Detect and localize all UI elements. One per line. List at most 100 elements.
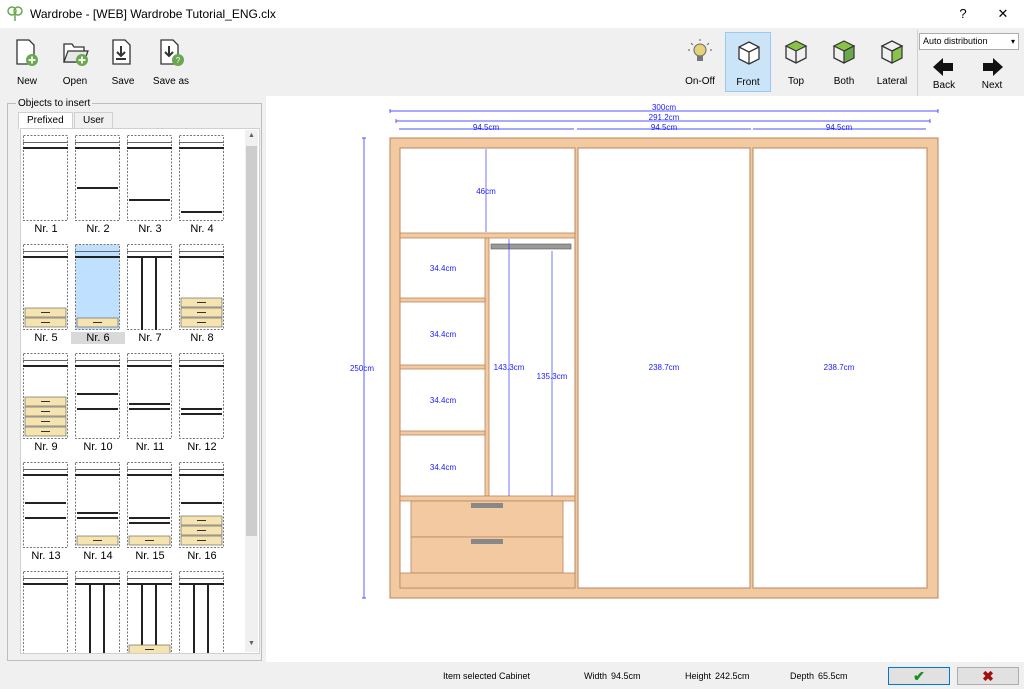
open-button[interactable]: Open <box>52 32 98 92</box>
lateral-view-button[interactable]: Lateral <box>869 32 915 92</box>
gallery-item[interactable] <box>127 569 179 653</box>
wardrobe-thumbnail <box>179 571 224 653</box>
wardrobe-thumbnail <box>127 353 172 439</box>
gallery-item-label: Nr. 14 <box>83 550 113 562</box>
scrollbar-thumb[interactable] <box>246 146 257 536</box>
gallery-item[interactable] <box>179 569 231 653</box>
depth-label: Depth <box>790 671 815 681</box>
next-button[interactable]: Next <box>969 52 1015 92</box>
scroll-down-icon[interactable]: ▼ <box>245 640 258 647</box>
cube-lateral-icon <box>880 40 904 64</box>
save-as-label: Save as <box>152 76 190 87</box>
save-as-button[interactable]: ? Save as <box>148 32 194 92</box>
gallery-item[interactable]: Nr. 6 <box>71 242 127 348</box>
gallery-item[interactable]: Nr. 13 <box>23 460 75 566</box>
gallery-item[interactable]: Nr. 3 <box>127 133 179 239</box>
dim-compartment-3: 34.4cm <box>430 396 457 405</box>
gallery-scrollbar[interactable]: ▲ ▼ <box>245 130 258 652</box>
gallery-item-label: Nr. 5 <box>34 332 58 344</box>
scroll-up-icon[interactable]: ▲ <box>245 132 258 139</box>
depth-value: 65.5cm <box>818 671 848 681</box>
tab-user[interactable]: User <box>74 112 114 129</box>
wardrobe-thumbnail <box>23 244 68 330</box>
wardrobe-thumbnail <box>23 353 68 439</box>
ok-button[interactable]: ✔ <box>888 667 950 685</box>
wardrobe-thumbnail <box>179 353 224 439</box>
gallery-item-label: Nr. 3 <box>138 223 162 235</box>
gallery-item[interactable]: Nr. 12 <box>179 351 231 457</box>
gallery-item-label: Nr. 15 <box>135 550 165 562</box>
gallery-item-label: Nr. 8 <box>190 332 214 344</box>
open-label: Open <box>62 76 88 87</box>
close-button[interactable]: ✕ <box>983 0 1023 28</box>
dim-inner-width: 291.2cm <box>649 113 680 122</box>
gallery-item[interactable] <box>23 569 75 653</box>
gallery-item[interactable]: Nr. 1 <box>23 133 75 239</box>
objects-panel: Objects to insert Prefixed User Nr. 16 Nr… <box>7 98 262 661</box>
dim-compartment-2: 34.4cm <box>430 330 457 339</box>
help-button[interactable]: ? <box>943 0 983 28</box>
toolbar-separator <box>917 30 918 96</box>
item-selected-value: Cabinet <box>499 671 531 681</box>
tab-prefixed[interactable]: Prefixed <box>18 112 73 129</box>
on-off-button[interactable]: On-Off <box>677 32 723 92</box>
gallery-item[interactable]: Nr. 2 <box>75 133 127 239</box>
wardrobe-thumbnail <box>23 135 68 221</box>
gallery-item[interactable]: Nr. 8 <box>179 242 231 348</box>
gallery-item-label: Nr. 1 <box>34 223 58 235</box>
drawing-canvas[interactable]: 300cm 291.2cm 94.5cm 94.5cm 94.5cm 250cm <box>266 96 1024 662</box>
height-value: 242.5cm <box>715 671 750 681</box>
gallery-item[interactable]: Nr. 7 <box>127 242 179 348</box>
svg-text:?: ? <box>176 56 181 65</box>
checkmark-icon: ✔ <box>913 668 925 684</box>
top-view-button[interactable]: Top <box>773 32 819 92</box>
gallery-item-label: Nr. 2 <box>86 223 110 235</box>
gallery-item[interactable]: Nr. 5 <box>23 242 75 348</box>
new-file-icon <box>16 39 38 66</box>
arrow-left-icon <box>933 58 953 76</box>
gallery-item[interactable]: Nr. 9 <box>23 351 75 457</box>
gallery-item[interactable] <box>75 569 127 653</box>
gallery-item[interactable]: Nr. 11 <box>127 351 179 457</box>
gallery-item[interactable]: Nr. 14 <box>75 460 127 566</box>
dim-height: 250cm <box>350 364 374 373</box>
back-button[interactable]: Back <box>921 52 967 92</box>
dim-hanging-outer: 143.3cm <box>494 363 525 372</box>
wardrobe-thumbnail <box>127 135 172 221</box>
wardrobe-thumbnail <box>23 571 68 653</box>
distribution-select[interactable]: Auto distribution ▾ <box>919 33 1019 50</box>
wardrobe-thumbnail <box>75 244 120 330</box>
wardrobe-thumbnail <box>127 244 172 330</box>
save-label: Save <box>111 76 135 87</box>
gallery-item[interactable]: Nr. 4 <box>179 133 231 239</box>
distribution-value: Auto distribution <box>923 36 988 46</box>
dim-total-width: 300cm <box>652 103 676 112</box>
wardrobe-thumbnail <box>75 571 120 653</box>
save-button[interactable]: Save <box>100 32 146 92</box>
gallery-item-label: Nr. 11 <box>135 441 165 453</box>
width-label: Width <box>584 671 608 681</box>
lateral-label: Lateral <box>876 76 908 87</box>
dim-module-3: 94.5cm <box>826 123 853 132</box>
cancel-button[interactable]: ✖ <box>957 667 1019 685</box>
lightbulb-icon <box>688 39 712 61</box>
gallery-item[interactable]: Nr. 16 <box>179 460 231 566</box>
gallery-item-label: Nr. 7 <box>138 332 162 344</box>
both-view-button[interactable]: Both <box>821 32 867 92</box>
gallery-item-label: Nr. 12 <box>187 441 217 453</box>
app-logo-icon <box>7 6 23 21</box>
dim-compartment-1: 34.4cm <box>430 264 457 273</box>
gallery-item-label: Nr. 10 <box>83 441 113 453</box>
gallery-item[interactable]: Nr. 15 <box>127 460 179 566</box>
cross-icon: ✖ <box>982 668 994 684</box>
gallery-item[interactable]: Nr. 10 <box>75 351 127 457</box>
hanging-rail[interactable] <box>490 243 572 250</box>
chevron-down-icon: ▾ <box>1010 37 1015 46</box>
front-view-button[interactable]: Front <box>725 32 771 92</box>
wardrobe-thumbnail <box>179 244 224 330</box>
wardrobe-thumbnail <box>127 462 172 548</box>
new-button[interactable]: New <box>4 32 50 92</box>
title-bar: Wardrobe - [WEB] Wardrobe Tutorial_ENG.c… <box>0 0 1024 28</box>
wardrobe-thumbnail <box>75 353 120 439</box>
width-value: 94.5cm <box>611 671 641 681</box>
